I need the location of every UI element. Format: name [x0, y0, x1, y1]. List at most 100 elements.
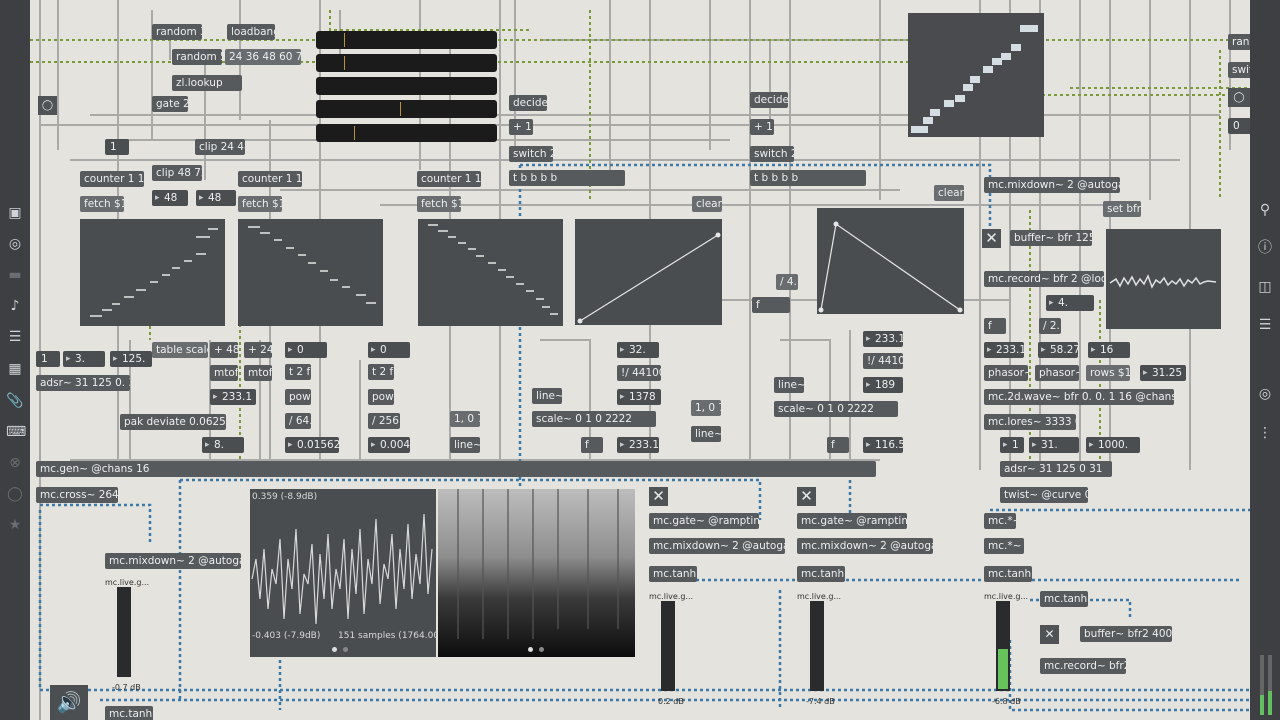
- tanh-d-object[interactable]: mc.tanh~: [1040, 591, 1088, 607]
- spectrogram-display[interactable]: [438, 489, 635, 657]
- mixdown-b-object[interactable]: mc.mixdown~ 2 @autogain 0: [797, 538, 933, 554]
- rows-message[interactable]: rows $1: [1086, 365, 1130, 381]
- playlist-icon[interactable]: ☰: [6, 328, 24, 346]
- phasor-a-object[interactable]: phasor~: [984, 365, 1028, 381]
- plus24-object[interactable]: + 24: [244, 342, 272, 358]
- mtof-a-object[interactable]: mtof: [210, 365, 238, 381]
- number-189[interactable]: 189: [863, 377, 903, 393]
- sliders-icon[interactable]: ⋮: [1256, 424, 1274, 442]
- number-2331-a[interactable]: 233.1: [210, 389, 256, 405]
- number-1378[interactable]: 1378: [617, 389, 661, 405]
- circle-x-icon[interactable]: ⊗: [6, 454, 24, 472]
- notes-message[interactable]: 24 36 48 60 72: [225, 49, 301, 65]
- number-1165[interactable]: 116.5: [863, 437, 903, 453]
- mc-gen-object[interactable]: mc.gen~ @chans 16: [36, 461, 876, 477]
- tbbbb-a-object[interactable]: t b b b b: [509, 170, 625, 186]
- tbbbb-b-object[interactable]: t b b b b: [750, 170, 866, 186]
- mixdown-top-object[interactable]: mc.mixdown~ 2 @autogain 1: [984, 177, 1120, 193]
- function-graph-2[interactable]: [817, 208, 964, 314]
- set-bfr-message[interactable]: set bfr: [1103, 201, 1141, 217]
- line-b-object[interactable]: line~: [532, 388, 562, 404]
- line-a-object[interactable]: line~: [450, 437, 480, 453]
- gain-meter-left[interactable]: [117, 587, 131, 677]
- record-close-icon[interactable]: ✕: [1040, 625, 1059, 644]
- camera-icon[interactable]: ◎: [1256, 385, 1274, 403]
- gain-meter-c[interactable]: [996, 601, 1010, 691]
- multislider-4[interactable]: [316, 100, 497, 118]
- number-4[interactable]: 4.: [1046, 295, 1094, 311]
- image-icon[interactable]: ▦: [6, 360, 24, 378]
- number-3125[interactable]: 31.25: [1140, 365, 1186, 381]
- fetch-c-message[interactable]: fetch $1: [417, 196, 461, 212]
- gate-a-close-icon[interactable]: ✕: [649, 487, 668, 506]
- phasor-b-object[interactable]: phasor~: [1035, 365, 1079, 381]
- lores-object[interactable]: mc.lores~ 3333 0.1: [984, 414, 1076, 430]
- patcher-canvas[interactable]: random 3 loadbang random 5 24 36 48 60 7…: [30, 0, 1250, 720]
- target-icon[interactable]: ◎: [6, 235, 24, 253]
- random5-object[interactable]: random 5: [172, 49, 222, 65]
- f-a-object[interactable]: f: [752, 297, 790, 313]
- number-0-b[interactable]: 0: [368, 342, 410, 358]
- number-31[interactable]: 31.: [1029, 437, 1079, 453]
- msg-107b[interactable]: 1, 0 7: [691, 400, 721, 416]
- div44100-b-object[interactable]: !/ 44100: [863, 353, 903, 369]
- number-125[interactable]: 125.: [110, 351, 152, 367]
- decide-b-object[interactable]: decide: [750, 92, 788, 108]
- adsr-a-object[interactable]: adsr~ 31 125 0. 31: [36, 375, 130, 391]
- number-2331-d[interactable]: 233.1: [984, 342, 1024, 358]
- tanh-a-object[interactable]: mc.tanh~: [649, 566, 697, 582]
- fetch-a-message[interactable]: fetch $1: [80, 196, 124, 212]
- twist-object[interactable]: twist~ @curve 0.5: [1000, 487, 1088, 503]
- multislider-2[interactable]: [316, 54, 497, 72]
- tanh-b-object[interactable]: mc.tanh~: [797, 566, 845, 582]
- table-display-3[interactable]: [418, 219, 563, 326]
- t2f-b-object[interactable]: t 2 f: [368, 364, 394, 380]
- toggle-circle-icon[interactable]: ◯: [38, 96, 57, 115]
- counter-b-object[interactable]: counter 1 16: [238, 171, 302, 187]
- div64-object[interactable]: / 64.: [285, 413, 311, 429]
- number-2331-c[interactable]: 233.1: [863, 331, 903, 347]
- matrix-display[interactable]: [908, 13, 1044, 137]
- mixdown-left-object[interactable]: mc.mixdown~ 2 @autogain 1: [105, 553, 241, 569]
- gate-a-object[interactable]: mc.gate~ @ramptime 8: [649, 513, 759, 529]
- gate-b-close-icon[interactable]: ✕: [797, 487, 816, 506]
- t2f-a-object[interactable]: t 2 f: [285, 364, 311, 380]
- record-bfr-object[interactable]: mc.record~ bfr 2 @loop 0: [984, 271, 1104, 287]
- number-3[interactable]: 3.: [63, 351, 105, 367]
- multislider-3[interactable]: [316, 77, 497, 95]
- search-icon[interactable]: ⚲: [1256, 201, 1274, 219]
- loadbang-object[interactable]: loadbang: [227, 24, 275, 40]
- number-0-right[interactable]: 0: [1228, 118, 1250, 134]
- table-scale-message[interactable]: table scale: [152, 342, 208, 358]
- toggle-right-icon[interactable]: ◯: [1228, 88, 1250, 107]
- random3-object[interactable]: random 3: [152, 24, 202, 40]
- gain-meter-b[interactable]: [810, 601, 824, 691]
- number-0004[interactable]: 0.004: [368, 437, 410, 453]
- layout-icon[interactable]: ◫: [1256, 278, 1274, 296]
- speaker-icon[interactable]: 🔊: [50, 685, 88, 720]
- number-48a[interactable]: 48: [152, 190, 188, 206]
- multislider-5[interactable]: [316, 124, 497, 142]
- table-display-2[interactable]: [238, 219, 383, 326]
- line-c-object[interactable]: line~: [691, 426, 721, 442]
- zl-lookup-object[interactable]: zl.lookup: [172, 75, 242, 91]
- fetch-b-message[interactable]: fetch $1: [238, 196, 282, 212]
- counter-c-object[interactable]: counter 1 16: [417, 171, 481, 187]
- close-x-icon[interactable]: ✕: [982, 229, 1001, 248]
- clip2448-object[interactable]: clip 24 48: [195, 139, 245, 155]
- circle-b-icon[interactable]: ◯: [6, 485, 24, 503]
- number-8[interactable]: 8.: [202, 437, 244, 453]
- number-16[interactable]: 16: [1088, 342, 1130, 358]
- mult-sig-object[interactable]: mc.*~: [984, 513, 1016, 529]
- number-32[interactable]: 32.: [617, 342, 659, 358]
- mixdown-a-object[interactable]: mc.mixdown~ 2 @autogain 0: [649, 538, 785, 554]
- div44100-a-object[interactable]: !/ 44100: [617, 365, 661, 381]
- plus1-b-object[interactable]: + 1: [750, 119, 774, 135]
- star-icon[interactable]: ★: [6, 516, 24, 534]
- panel-icon[interactable]: ▬: [6, 266, 24, 284]
- plus1-a-object[interactable]: + 1: [509, 119, 533, 135]
- switc-cut-object[interactable]: switc: [1228, 62, 1250, 78]
- adsr-b-object[interactable]: adsr~ 31 125 0 31: [1000, 461, 1112, 477]
- wave2d-object[interactable]: mc.2d.wave~ bfr 0. 0. 1 16 @chans 2: [984, 389, 1174, 405]
- buffer-bfr2-object[interactable]: buffer~ bfr2 4000 2: [1080, 626, 1172, 642]
